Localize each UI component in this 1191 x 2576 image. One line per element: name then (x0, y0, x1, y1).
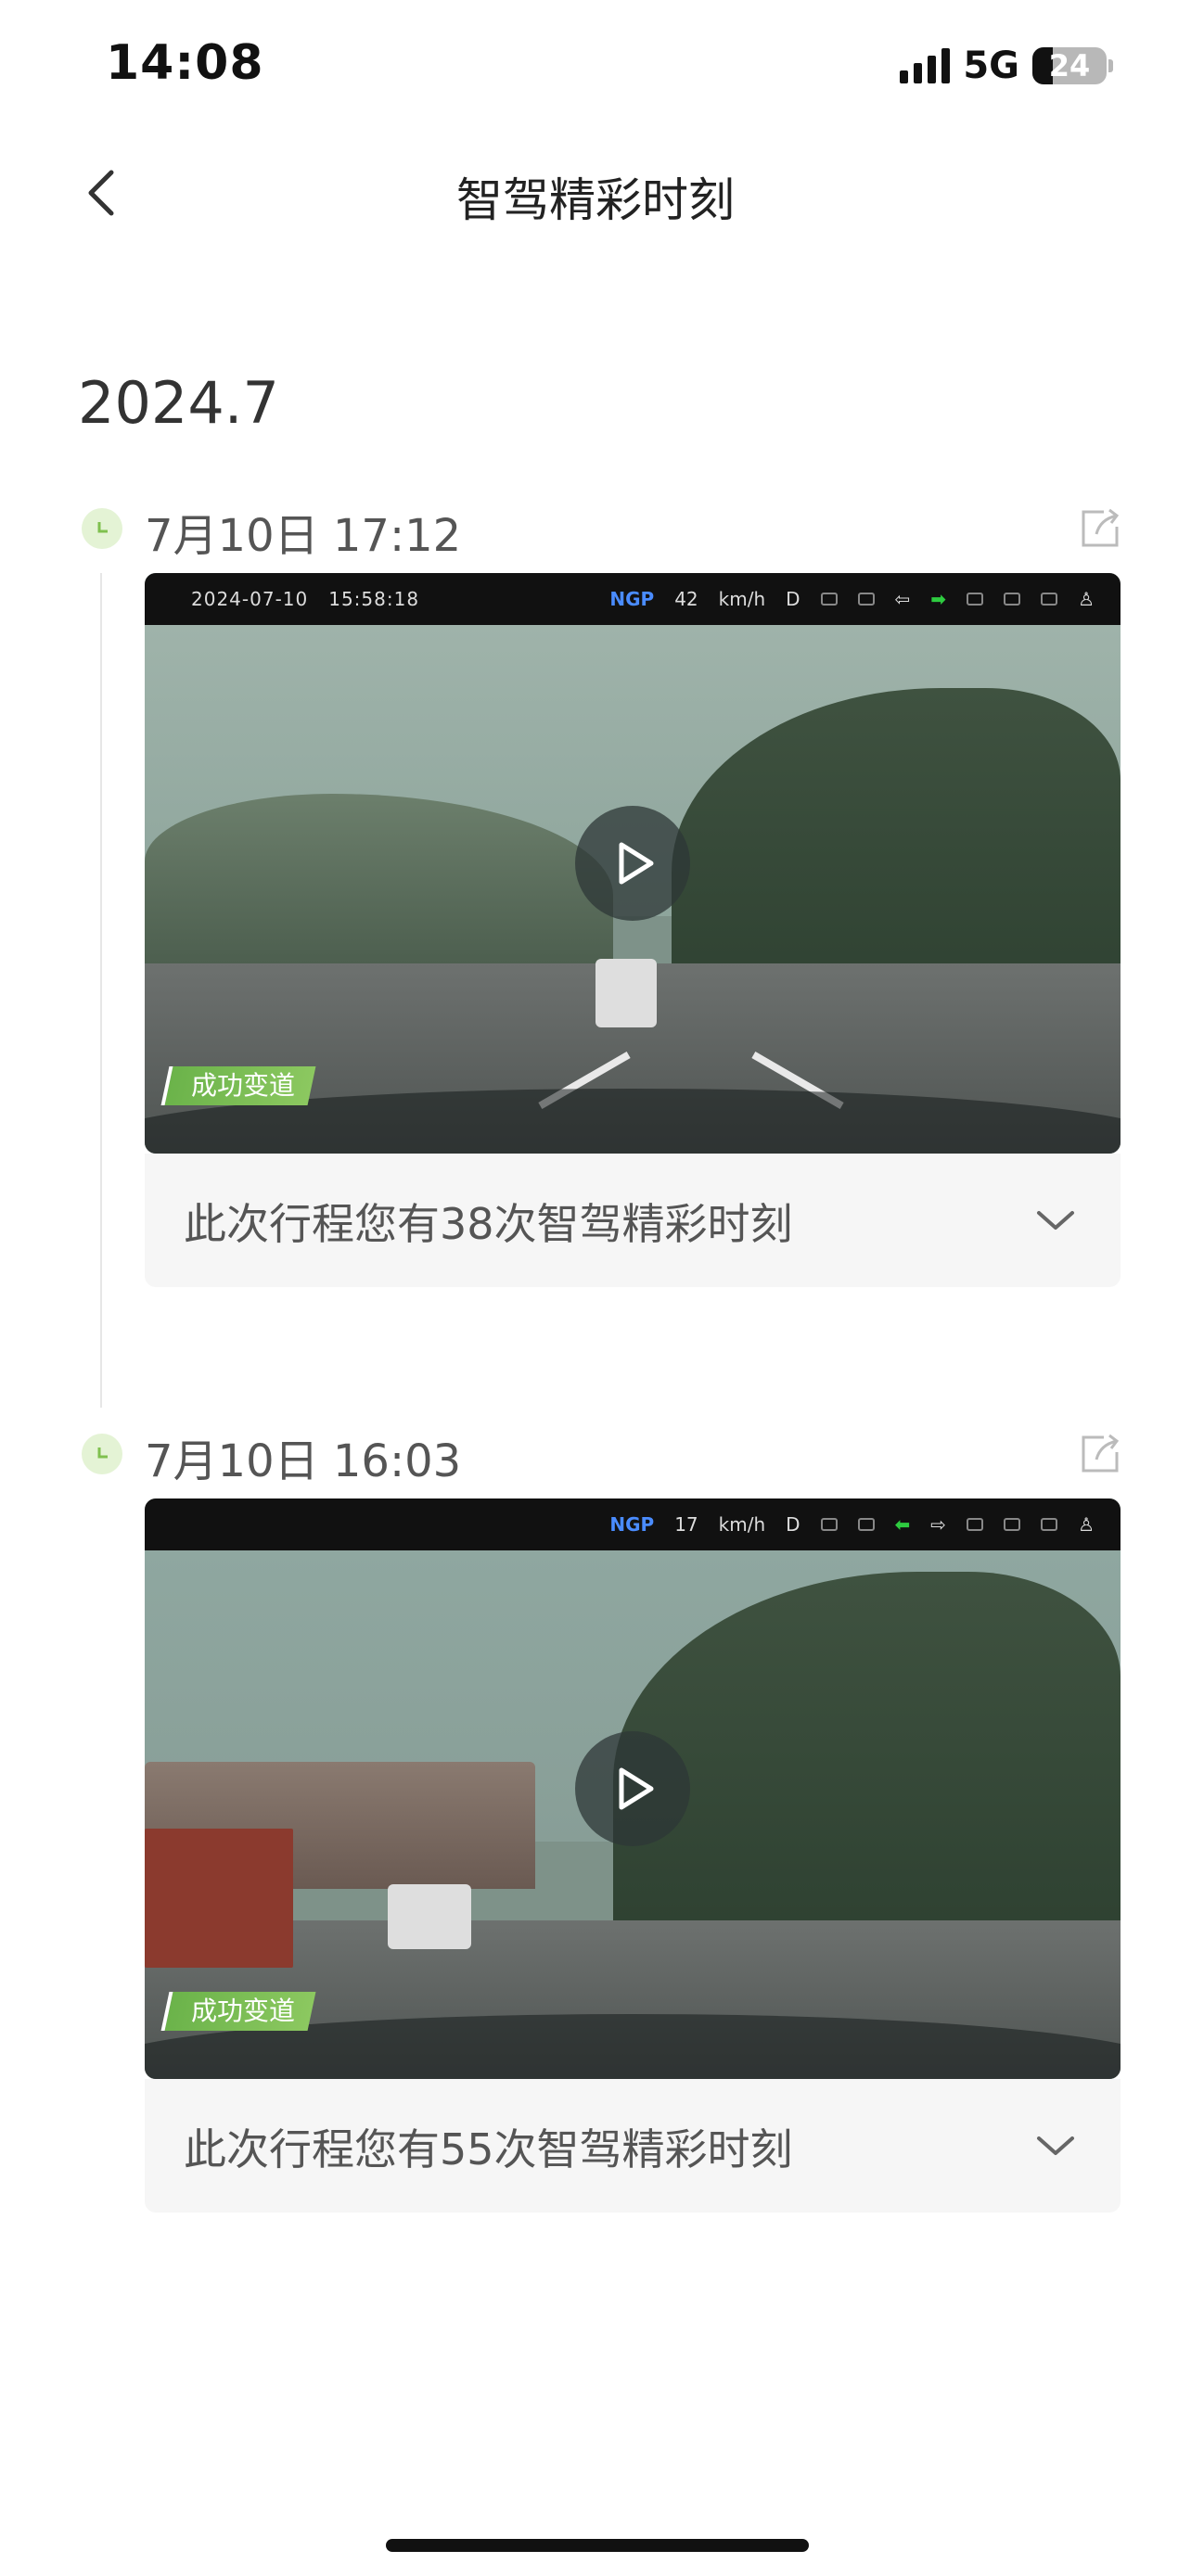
hud-indicators: NGP 42 km/h D ⇦ ➡ ♙ (609, 588, 1095, 610)
event-tag: 成功变道 (160, 1066, 316, 1105)
clock-icon (82, 508, 122, 549)
video-thumbnail[interactable]: NGP 17 km/h D ⬅ ⇨ ♙ 成功变道 (145, 1498, 1121, 2079)
turn-right-icon: ⇨ (930, 1513, 947, 1536)
hud-mode: NGP (609, 1513, 655, 1536)
hud-speed: 17 (674, 1513, 698, 1536)
hud-mode: NGP (609, 588, 655, 610)
chevron-down-icon (1037, 1211, 1074, 1230)
video-hud: NGP 17 km/h D ⬅ ⇨ ♙ (145, 1498, 1121, 1550)
share-button[interactable] (1076, 1430, 1124, 1478)
event-tag: 成功变道 (160, 1992, 316, 2031)
summary-expander[interactable]: 此次行程您有55次智驾精彩时刻 (145, 2079, 1121, 2213)
video-hud: 2024-07-10 15:58:18 NGP 42 km/h D ⇦ ➡ ♙ (145, 573, 1121, 625)
turn-left-icon: ⇦ (894, 588, 911, 610)
battery-tip (1108, 59, 1113, 72)
month-heading: 2024.7 (78, 369, 279, 437)
timeline-line (100, 573, 102, 1408)
summary-text: 此次行程您有55次智驾精彩时刻 (184, 2124, 793, 2174)
play-button[interactable] (575, 1731, 690, 1846)
fog-light-icon (1041, 1518, 1058, 1531)
headlight-icon (1004, 593, 1021, 606)
hud-icon (820, 593, 838, 606)
hud-date: 2024-07-10 (191, 588, 309, 610)
battery-level: 24 (1048, 48, 1091, 83)
headlight-icon (967, 1518, 984, 1531)
status-time: 14:08 (106, 35, 264, 91)
entry-time: 7月10日 16:03 (145, 1435, 462, 1487)
hud-speed: 42 (674, 588, 698, 610)
hud-icon (857, 593, 875, 606)
seatbelt-icon: ♙ (1078, 588, 1095, 610)
hud-gear: D (786, 1513, 800, 1536)
hud-icon (820, 1518, 838, 1531)
fog-light-icon (1041, 593, 1058, 606)
event-tag-label: 成功变道 (191, 1996, 296, 2026)
entry-time: 7月10日 17:12 (145, 510, 462, 562)
share-icon (1082, 1434, 1120, 1473)
share-icon (1082, 508, 1120, 547)
home-indicator[interactable] (386, 2539, 809, 2552)
seatbelt-icon: ♙ (1078, 1513, 1095, 1536)
status-bar: 14:08 5G 24 (0, 0, 1191, 130)
video-thumbnail[interactable]: 2024-07-10 15:58:18 NGP 42 km/h D ⇦ ➡ ♙ (145, 573, 1121, 1154)
battery-icon: 24 (1032, 47, 1107, 84)
hud-indicators: NGP 17 km/h D ⬅ ⇨ ♙ (609, 1513, 1095, 1536)
network-label: 5G (963, 45, 1019, 87)
summary-text: 此次行程您有38次智驾精彩时刻 (184, 1199, 793, 1249)
signal-icon (900, 48, 951, 83)
hud-icon (857, 1518, 875, 1531)
headlight-icon (1004, 1518, 1021, 1531)
status-indicators: 5G 24 (900, 45, 1113, 87)
hud-unit: km/h (718, 588, 766, 610)
turn-left-active-icon: ⬅ (894, 1513, 911, 1536)
headlight-icon (967, 593, 984, 606)
hud-gear: D (786, 588, 800, 610)
play-icon (619, 1767, 654, 1810)
play-icon (619, 842, 654, 885)
hud-clock: 15:58:18 (328, 588, 420, 610)
play-button[interactable] (575, 806, 690, 921)
summary-expander[interactable]: 此次行程您有38次智驾精彩时刻 (145, 1154, 1121, 1287)
clock-icon (82, 1434, 122, 1474)
hud-unit: km/h (718, 1513, 766, 1536)
chevron-down-icon (1037, 2136, 1074, 2155)
event-tag-label: 成功变道 (191, 1070, 296, 1101)
share-button[interactable] (1076, 504, 1124, 553)
page-title: 智驾精彩时刻 (456, 173, 735, 227)
turn-right-active-icon: ➡ (930, 588, 947, 610)
